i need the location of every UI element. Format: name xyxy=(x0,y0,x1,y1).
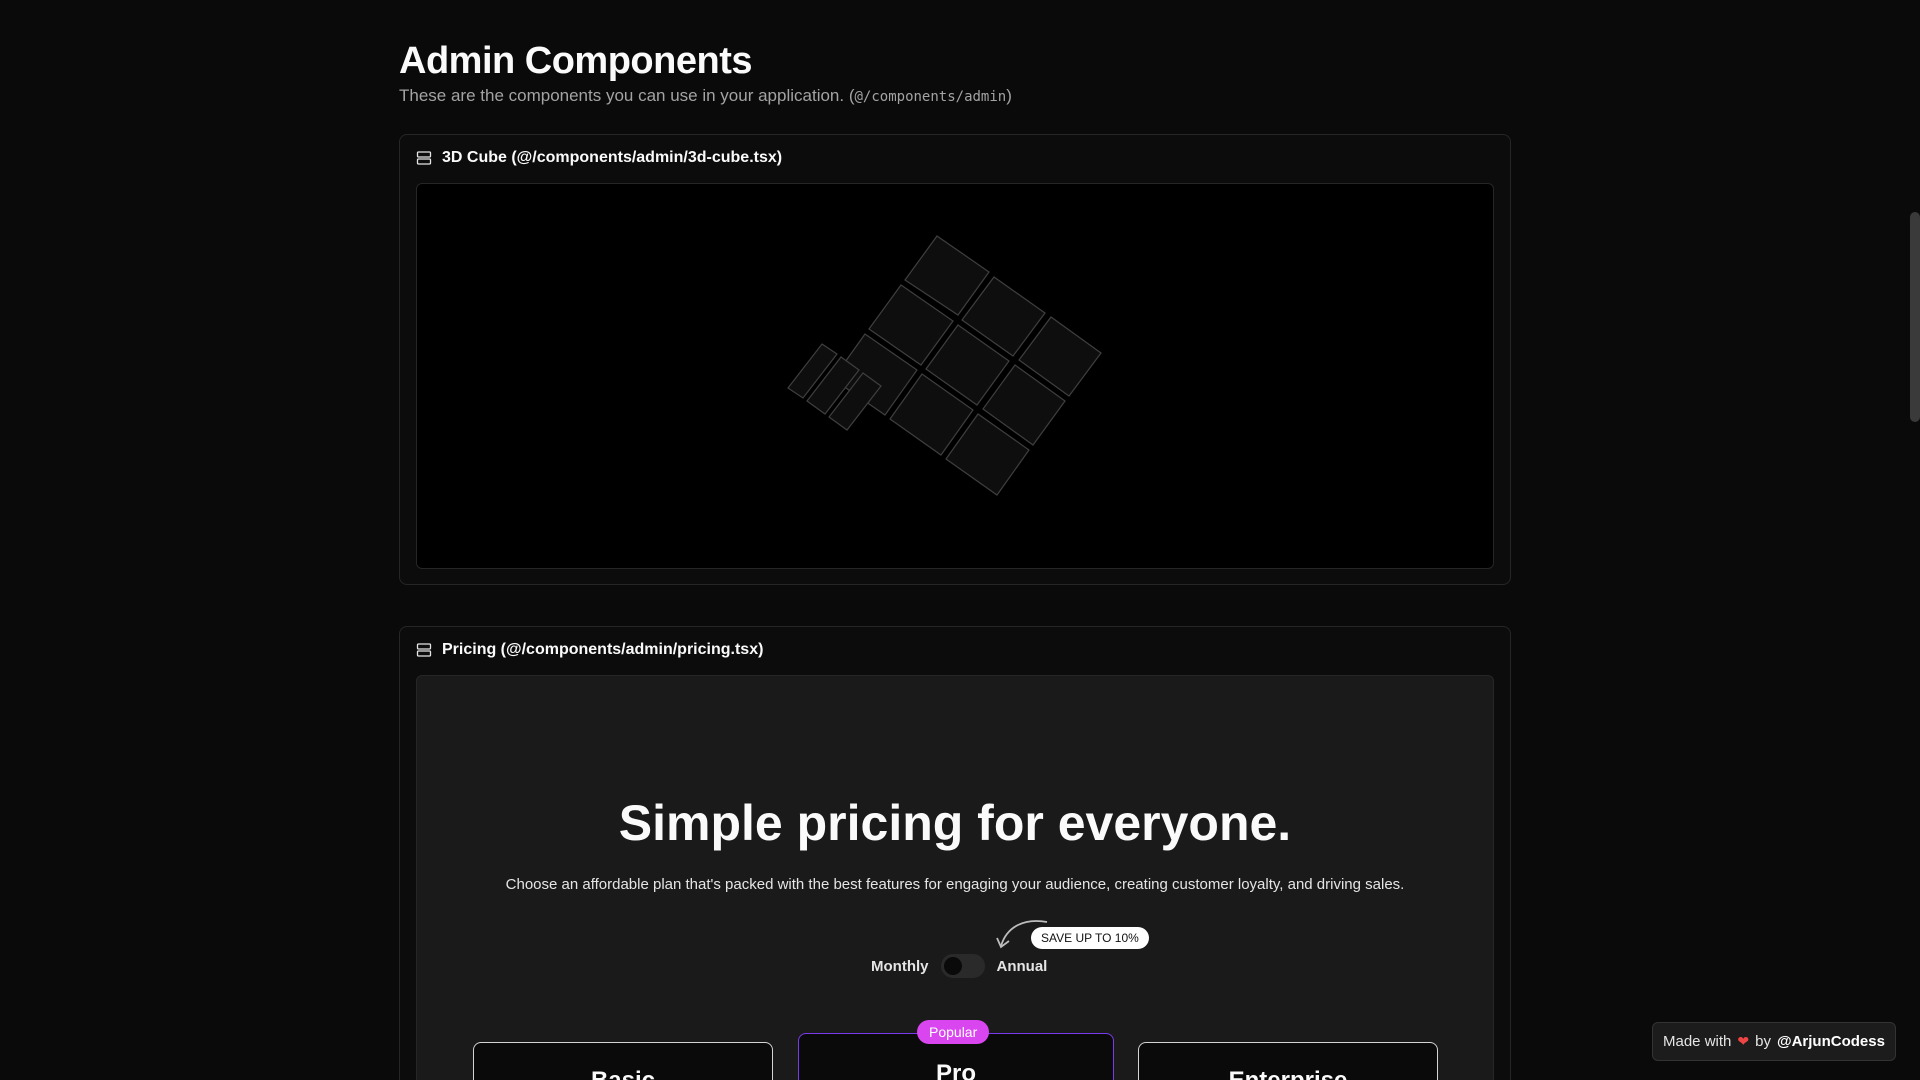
pricing-panel: Pricing (@/components/admin/pricing.tsx)… xyxy=(399,626,1511,1080)
subtitle-text: These are the components you can use in … xyxy=(399,86,855,105)
made-with-prefix: Made with xyxy=(1663,1033,1732,1050)
popular-badge: Popular xyxy=(917,1020,990,1044)
subtitle-path: @/components/admin xyxy=(854,89,1007,105)
plan-card-enterprise[interactable]: Enterprise xyxy=(1138,1042,1438,1080)
server-stack-icon xyxy=(416,150,432,166)
pricing-panel-title: Pricing (@/components/admin/pricing.tsx) xyxy=(442,641,764,658)
toggle-knob xyxy=(943,957,962,975)
billing-toggle-row: Monthly Annual xyxy=(871,954,1047,978)
pricing-description: Choose an affordable plan that's packed … xyxy=(505,876,1405,893)
cube-panel-header: 3D Cube (@/components/admin/3d-cube.tsx) xyxy=(416,149,782,167)
cube-panel-title: 3D Cube (@/components/admin/3d-cube.tsx) xyxy=(442,149,783,166)
cube-panel: 3D Cube (@/components/admin/3d-cube.tsx) xyxy=(399,134,1511,585)
pricing-heading: Simple pricing for everyone. xyxy=(618,795,1292,851)
plan-name: Enterprise xyxy=(1139,1067,1437,1080)
monthly-label: Monthly xyxy=(871,957,929,975)
plan-name: Basic xyxy=(474,1067,772,1080)
pricing-panel-header: Pricing (@/components/admin/pricing.tsx) xyxy=(416,641,763,659)
scrollbar-thumb[interactable] xyxy=(1910,212,1920,422)
made-with-by: by xyxy=(1755,1033,1771,1050)
pricing-preview: Simple pricing for everyone. Choose an a… xyxy=(416,675,1494,1080)
billing-toggle-switch[interactable] xyxy=(940,954,985,978)
annual-label: Annual xyxy=(996,957,1048,975)
page-subtitle: These are the components you can use in … xyxy=(399,86,1012,106)
subtitle-end: ) xyxy=(1006,86,1012,105)
author-link[interactable]: @ArjunCodess xyxy=(1777,1033,1885,1050)
server-stack-icon xyxy=(416,642,432,658)
cube-canvas[interactable] xyxy=(416,183,1494,569)
page: Admin Components These are the component… xyxy=(0,0,1920,1080)
plan-name: Pro xyxy=(935,1060,976,1080)
page-title: Admin Components xyxy=(399,40,752,82)
rubiks-cube-graphic xyxy=(787,235,1102,496)
save-badge: SAVE UP TO 10% xyxy=(1031,927,1149,949)
made-with-badge[interactable]: Made with ❤ by @ArjunCodess xyxy=(1652,1022,1896,1061)
heart-icon: ❤ xyxy=(1737,1033,1750,1049)
plan-card-basic[interactable]: Basic xyxy=(473,1042,773,1080)
